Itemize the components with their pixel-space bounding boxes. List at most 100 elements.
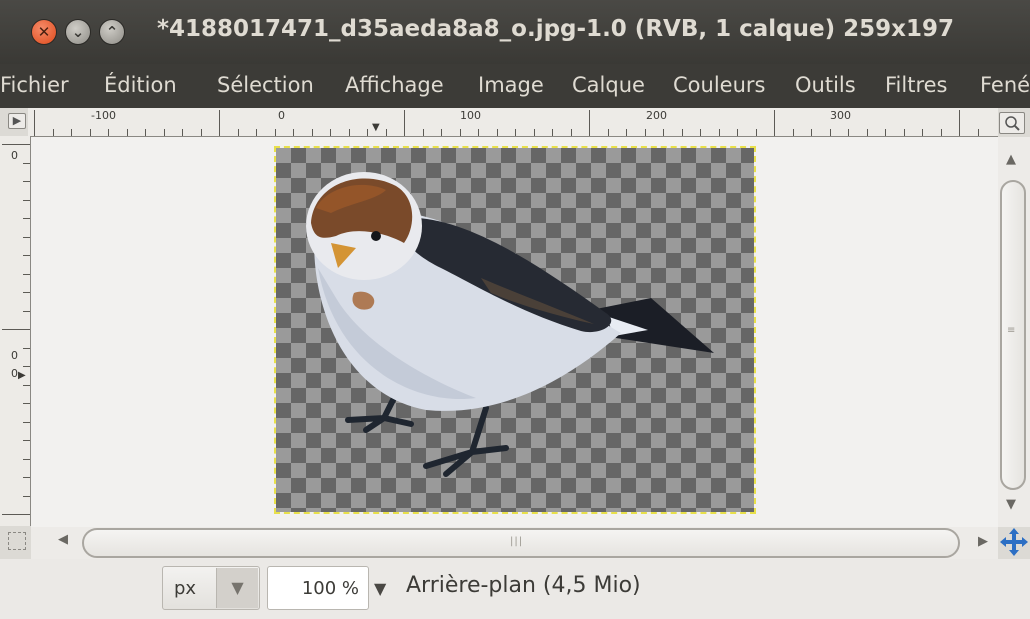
ruler-tick xyxy=(182,129,183,136)
ruler-tick xyxy=(570,129,572,136)
ruler-tick xyxy=(940,129,942,136)
ruler-tick xyxy=(23,255,30,256)
window-title: *4188017471_d35aeda8a8_o.jpg-1.0 (RVB, 1… xyxy=(157,16,954,42)
menu-selection[interactable]: Sélection xyxy=(217,73,314,97)
ruler-tick xyxy=(478,129,479,136)
ruler-label: -100 xyxy=(91,109,116,122)
menu-fichier[interactable]: Fichier xyxy=(0,73,69,97)
menu-edition[interactable]: Édition xyxy=(104,73,177,97)
ruler-tick xyxy=(885,129,886,136)
toggle-menu-button[interactable]: ▶ xyxy=(8,113,26,129)
play-icon: ▶ xyxy=(12,114,22,127)
ruler-tick xyxy=(23,403,30,404)
image-layer[interactable] xyxy=(274,146,756,514)
scroll-left-arrow-icon[interactable]: ◀ xyxy=(58,532,68,547)
quick-mask-toggle-button[interactable] xyxy=(8,532,26,550)
ruler-tick xyxy=(644,129,646,136)
ruler-tick xyxy=(256,129,257,136)
ruler-tick xyxy=(2,144,30,145)
ruler-tick xyxy=(163,129,165,136)
ruler-tick xyxy=(848,129,849,136)
vertical-ruler: 0 0 0 ▶ xyxy=(0,136,31,526)
ruler-tick xyxy=(792,129,794,136)
close-window-button[interactable]: ✕ xyxy=(31,19,57,45)
ruler-tick xyxy=(977,129,979,136)
ruler-tick xyxy=(737,129,738,136)
ruler-tick xyxy=(422,129,424,136)
ruler-label: 200 xyxy=(646,109,667,122)
ruler-tick xyxy=(441,129,442,136)
horizontal-ruler: -100 0 100 200 300 ▼ xyxy=(28,108,998,137)
ruler-label: 0 xyxy=(11,367,18,380)
ruler-tick xyxy=(866,129,868,136)
ruler-tick xyxy=(23,458,30,460)
ruler-tick xyxy=(496,129,498,136)
title-bar: ✕ ⌄ ⌃ *4188017471_d35aeda8a8_o.jpg-1.0 (… xyxy=(0,0,1030,64)
magnifier-icon xyxy=(1005,116,1020,131)
ruler-tick xyxy=(829,129,831,136)
maximize-window-button[interactable]: ⌃ xyxy=(99,19,125,45)
menu-filtres[interactable]: Filtres xyxy=(885,73,948,97)
ruler-tick xyxy=(23,162,30,164)
ruler-tick xyxy=(23,384,30,386)
ruler-tick xyxy=(23,421,30,423)
ruler-tick xyxy=(681,129,683,136)
menu-affichage[interactable]: Affichage xyxy=(345,73,444,97)
ruler-tick xyxy=(34,110,35,136)
zoom-image-button[interactable] xyxy=(999,112,1025,134)
menu-image[interactable]: Image xyxy=(478,73,544,97)
ruler-tick xyxy=(71,129,72,136)
menu-couleurs[interactable]: Couleurs xyxy=(673,73,765,97)
ruler-tick xyxy=(23,218,30,219)
menu-calque[interactable]: Calque xyxy=(572,73,645,97)
ruler-tick xyxy=(533,129,535,136)
ruler-tick xyxy=(348,129,350,136)
menu-outils[interactable]: Outils xyxy=(795,73,856,97)
ruler-tick xyxy=(23,310,30,312)
ruler-tick xyxy=(293,129,294,136)
ruler-label: 300 xyxy=(830,109,851,122)
ruler-tick xyxy=(922,129,923,136)
move-arrows-icon xyxy=(1000,528,1028,556)
ruler-tick xyxy=(23,477,30,478)
ruler-tick xyxy=(718,129,720,136)
menu-fenetres[interactable]: Fené xyxy=(980,73,1030,97)
ruler-tick xyxy=(23,273,30,275)
grip-icon: ||| xyxy=(510,536,524,547)
ruler-tick xyxy=(200,129,202,136)
chevron-down-icon: ▼ xyxy=(231,578,244,597)
scroll-right-arrow-icon[interactable]: ▶ xyxy=(978,534,988,549)
scroll-down-arrow-icon[interactable]: ▼ xyxy=(1006,497,1016,512)
ruler-tick xyxy=(700,129,701,136)
ruler-tick xyxy=(663,129,664,136)
bird-image xyxy=(306,172,714,477)
ruler-tick xyxy=(589,110,590,136)
navigate-button[interactable] xyxy=(998,526,1030,558)
menu-bar: Fichier Édition Sélection Affichage Imag… xyxy=(0,64,1030,108)
ruler-tick xyxy=(23,366,30,367)
scroll-up-arrow-icon[interactable]: ▲ xyxy=(1006,152,1016,167)
ruler-tick xyxy=(515,129,516,136)
ruler-tick xyxy=(2,329,30,330)
ruler-tick xyxy=(552,129,553,136)
minimize-window-button[interactable]: ⌄ xyxy=(65,19,91,45)
zoom-dropdown-chevron-icon[interactable]: ▼ xyxy=(374,579,386,598)
close-icon: ✕ xyxy=(37,22,51,41)
ruler-tick xyxy=(274,129,276,136)
maximize-icon: ⌃ xyxy=(105,22,119,41)
ruler-tick xyxy=(126,129,128,136)
ruler-tick xyxy=(23,440,30,441)
ruler-tick xyxy=(2,514,30,515)
pointer-position-marker: ▼ xyxy=(372,122,380,133)
zoom-value[interactable]: 100 % xyxy=(283,578,359,599)
ruler-tick xyxy=(23,181,30,182)
ruler-tick xyxy=(774,110,775,136)
ruler-tick xyxy=(23,292,30,293)
ruler-tick xyxy=(330,129,331,136)
layer-status-text: Arrière-plan (4,5 Mio) xyxy=(406,573,641,598)
ruler-tick xyxy=(311,129,313,136)
ruler-tick xyxy=(52,129,54,136)
unit-dropdown-button[interactable]: ▼ xyxy=(216,568,258,608)
ruler-tick xyxy=(23,199,30,201)
ruler-label: 0 xyxy=(278,109,285,122)
